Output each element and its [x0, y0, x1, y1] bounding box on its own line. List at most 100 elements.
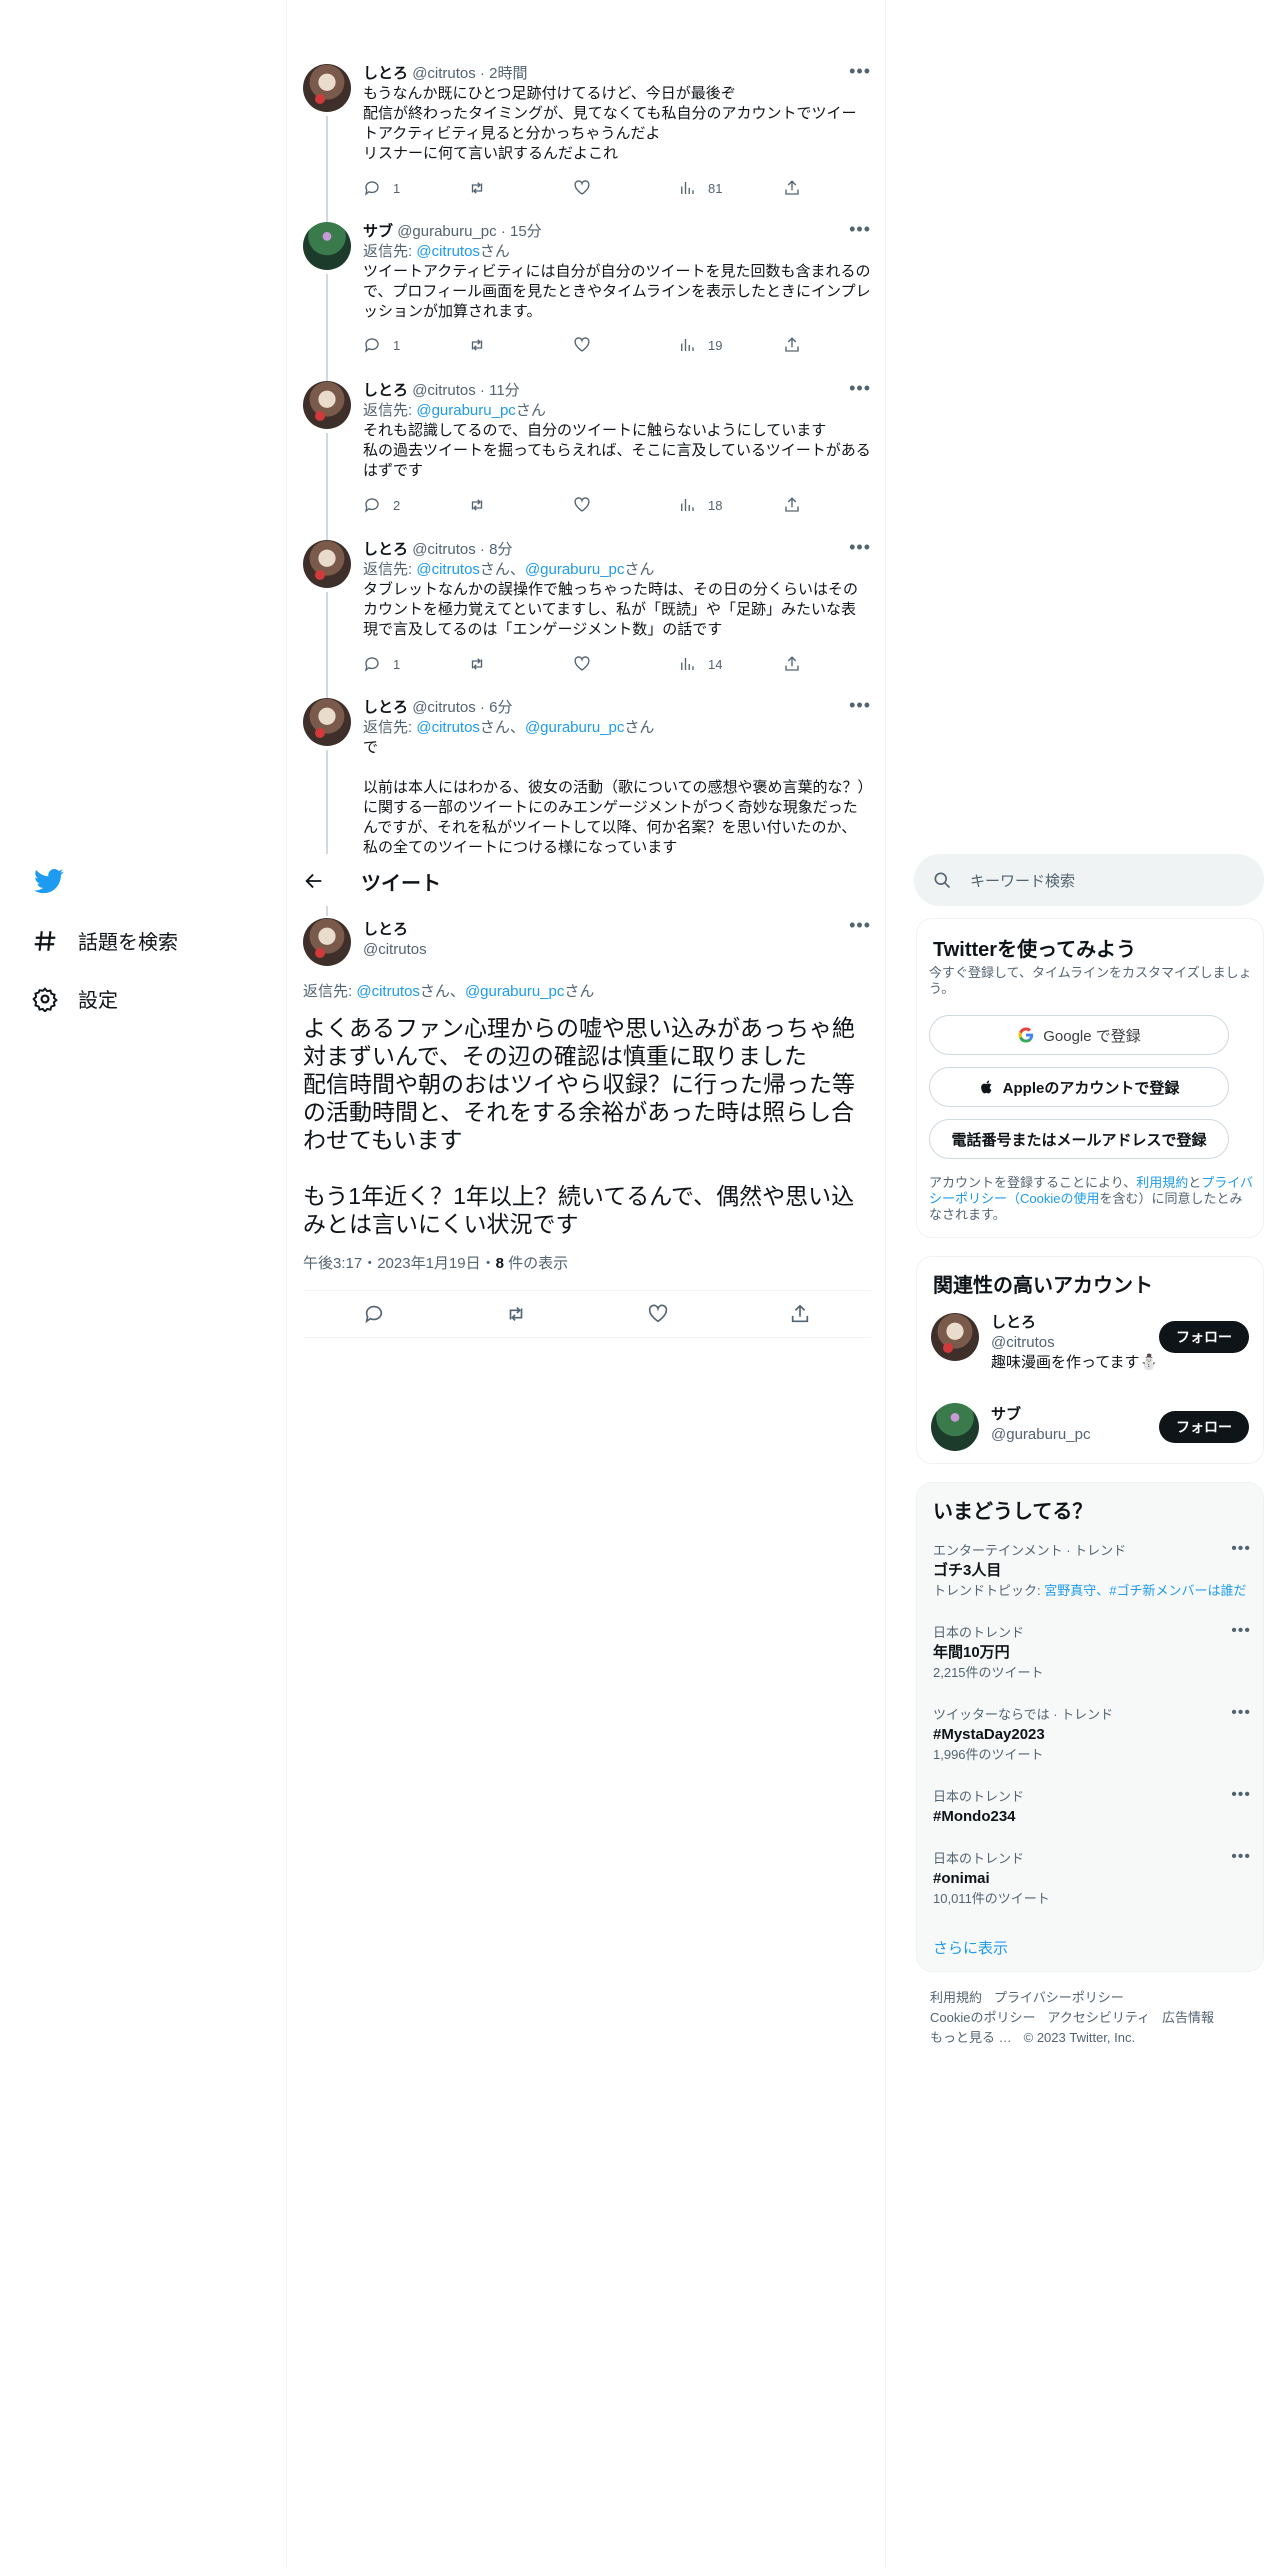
author-handle[interactable]: @citrutos — [412, 382, 476, 399]
reply-button[interactable]: 2 — [363, 496, 458, 514]
more-options-icon[interactable]: ••• — [1231, 1849, 1251, 1865]
tweet-time[interactable]: 2時間 — [489, 65, 527, 82]
trend-item[interactable]: エンターテインメント · トレンド ゴチ3人目 トレンドトピック: 宮野真守、#… — [933, 1541, 1251, 1599]
like-button[interactable] — [573, 655, 668, 673]
heart-icon[interactable] — [647, 1303, 669, 1325]
related-account[interactable]: しとろ @citrutos 趣味漫画を作ってます⛄ フォロー — [917, 1313, 1263, 1377]
account-name[interactable]: サブ — [991, 1405, 1090, 1425]
author-handle[interactable]: @citrutos — [412, 699, 476, 716]
google-signup-button[interactable]: Google で登録 — [929, 1015, 1229, 1055]
avatar[interactable] — [303, 222, 351, 270]
mention-link[interactable]: @guraburu_pc — [416, 402, 515, 419]
more-options-icon[interactable]: ••• — [849, 538, 871, 556]
author-name[interactable]: しとろ — [363, 920, 427, 940]
back-arrow-icon[interactable] — [303, 870, 325, 892]
account-handle[interactable]: @guraburu_pc — [991, 1425, 1090, 1445]
trend-item[interactable]: 日本のトレンド #Mondo234 ••• — [933, 1787, 1251, 1827]
terms-link[interactable]: 利用規約 — [1136, 1175, 1188, 1190]
like-button[interactable] — [573, 179, 668, 197]
avatar[interactable] — [303, 540, 351, 588]
avatar[interactable] — [303, 918, 351, 966]
more-options-icon[interactable]: ••• — [849, 916, 871, 934]
account-name[interactable]: しとろ — [991, 1313, 1158, 1333]
views-button[interactable]: 18 — [678, 496, 773, 514]
avatar[interactable] — [303, 64, 351, 112]
share-button[interactable] — [783, 336, 803, 354]
reply-button[interactable]: 1 — [363, 655, 458, 673]
mention-link[interactable]: @citrutos — [416, 719, 480, 736]
tweet-time[interactable]: 8分 — [489, 541, 512, 558]
retweet-button[interactable] — [468, 655, 563, 673]
trend-item[interactable]: 日本のトレンド #onimai 10,011件のツイート ••• — [933, 1849, 1251, 1907]
author-handle[interactable]: @citrutos — [412, 541, 476, 558]
more-options-icon[interactable]: ••• — [849, 220, 871, 238]
retweet-button[interactable] — [468, 336, 563, 354]
tweet-time[interactable]: 11分 — [489, 382, 520, 399]
author-name[interactable]: サブ — [363, 223, 393, 240]
show-more-link[interactable]: さらに表示 — [933, 1937, 1008, 1958]
timestamp-text[interactable]: 午後3:17・2023年1月19日・ — [303, 1255, 496, 1272]
author-name[interactable]: しとろ — [363, 699, 408, 716]
more-options-icon[interactable]: ••• — [1231, 1623, 1251, 1639]
author-handle[interactable]: @citrutos — [363, 940, 427, 960]
footer-ads-link[interactable]: 広告情報 — [1162, 2010, 1214, 2025]
account-handle[interactable]: @citrutos — [991, 1333, 1158, 1353]
related-account[interactable]: サブ @guraburu_pc フォロー — [917, 1403, 1263, 1453]
mention-link[interactable]: @citrutos — [416, 243, 480, 260]
mention-link[interactable]: @guraburu_pc — [525, 561, 624, 578]
tweet-time[interactable]: 15分 — [510, 223, 542, 240]
like-button[interactable] — [573, 336, 668, 354]
retweet-button[interactable] — [468, 179, 563, 197]
search-input-placeholder[interactable]: キーワード検索 — [970, 870, 1075, 891]
trend-item[interactable]: 日本のトレンド 年間10万円 2,215件のツイート ••• — [933, 1623, 1251, 1681]
more-options-icon[interactable]: ••• — [1231, 1787, 1251, 1803]
more-options-icon[interactable]: ••• — [849, 379, 871, 397]
nav-explore[interactable]: 話題を検索 — [32, 926, 178, 955]
phone-email-signup-button[interactable]: 電話番号またはメールアドレスで登録 — [929, 1119, 1229, 1159]
trend-item[interactable]: ツイッターならでは · トレンド #MystaDay2023 1,996件のツイ… — [933, 1705, 1251, 1763]
mention-link[interactable]: @guraburu_pc — [465, 983, 564, 1000]
mention-link[interactable]: @citrutos — [416, 561, 480, 578]
footer-terms-link[interactable]: 利用規約 — [930, 1990, 982, 2005]
mention-link[interactable]: @citrutos — [356, 983, 420, 1000]
nav-settings[interactable]: 設定 — [32, 984, 118, 1013]
trend-topic-link[interactable]: 宮野真守、#ゴチ新メンバーは誰だ — [1044, 1583, 1246, 1598]
share-button[interactable] — [783, 179, 803, 197]
search-bar[interactable]: キーワード検索 — [914, 854, 1264, 906]
reply-icon[interactable] — [363, 1303, 385, 1325]
like-button[interactable] — [573, 496, 668, 514]
author-name[interactable]: しとろ — [363, 541, 408, 558]
avatar[interactable] — [303, 381, 351, 429]
follow-button[interactable]: フォロー — [1159, 1411, 1249, 1443]
follow-button[interactable]: フォロー — [1159, 1321, 1249, 1353]
retweet-button[interactable] — [468, 496, 563, 514]
tweet-time[interactable]: 6分 — [489, 699, 512, 716]
avatar[interactable] — [303, 698, 351, 746]
mention-link[interactable]: @guraburu_pc — [525, 719, 624, 736]
views-button[interactable]: 81 — [678, 179, 773, 197]
footer-more-link[interactable]: もっと見る … — [930, 2030, 1012, 2045]
more-options-icon[interactable]: ••• — [849, 62, 871, 80]
footer-cookie-link[interactable]: Cookieのポリシー — [930, 2010, 1035, 2025]
avatar[interactable] — [931, 1403, 979, 1451]
thread-tweet[interactable]: しとろ @citrutos · 6分 返信先: @citrutosさん、@gur… — [303, 698, 871, 854]
reply-button[interactable]: 1 — [363, 179, 458, 197]
share-button[interactable] — [783, 496, 803, 514]
twitter-logo-icon[interactable] — [32, 866, 66, 896]
views-button[interactable]: 14 — [678, 655, 773, 673]
views-button[interactable]: 19 — [678, 336, 773, 354]
footer-privacy-link[interactable]: プライバシーポリシー — [994, 1990, 1124, 2005]
more-options-icon[interactable]: ••• — [849, 698, 871, 714]
more-options-icon[interactable]: ••• — [1231, 1705, 1251, 1721]
author-handle[interactable]: @citrutos — [412, 65, 476, 82]
retweet-icon[interactable] — [505, 1303, 527, 1325]
reply-button[interactable]: 1 — [363, 336, 458, 354]
avatar[interactable] — [931, 1313, 979, 1361]
apple-signup-button[interactable]: Appleのアカウントで登録 — [929, 1067, 1229, 1107]
footer-accessibility-link[interactable]: アクセシビリティ — [1047, 2010, 1150, 2025]
author-handle[interactable]: @guraburu_pc — [397, 223, 496, 240]
author-name[interactable]: しとろ — [363, 65, 408, 82]
share-icon[interactable] — [789, 1303, 811, 1325]
share-button[interactable] — [783, 655, 803, 673]
author-name[interactable]: しとろ — [363, 382, 408, 399]
